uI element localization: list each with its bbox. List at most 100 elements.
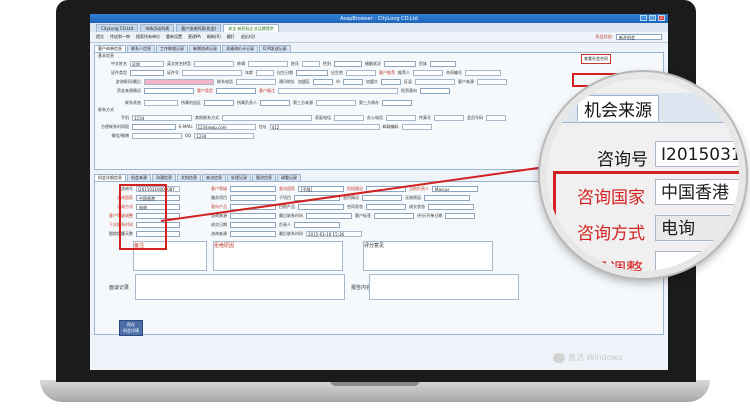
contact-status-input[interactable]	[144, 99, 178, 106]
contract-input[interactable]	[465, 69, 501, 76]
customer-type-select[interactable]	[216, 87, 256, 94]
fourth-select[interactable]	[382, 99, 412, 106]
payment-date-select[interactable]	[230, 230, 276, 237]
birthday-select[interactable]	[296, 69, 328, 76]
office-phone-input[interactable]	[386, 114, 416, 121]
country-select[interactable]	[381, 78, 401, 85]
third-party-label: 第三方来源	[293, 99, 313, 105]
view-contract-button[interactable]: 查看社会合同	[581, 54, 611, 64]
member-input[interactable]	[486, 114, 506, 121]
fax-input[interactable]	[434, 114, 464, 121]
customer-level-select[interactable]	[230, 185, 276, 192]
toolbar-item-transfer[interactable]: 传送到一审	[110, 34, 130, 40]
id-type-select[interactable]	[130, 69, 164, 76]
address-label: 通讯地址	[279, 78, 295, 84]
opp-tab-view[interactable]: 调看记录	[277, 174, 301, 181]
opp-tab-follow[interactable]: 跟进信息	[252, 174, 276, 181]
id-no-input[interactable]	[182, 69, 242, 76]
tab-activity[interactable]: 市场活动列表	[140, 24, 175, 32]
province-select[interactable]	[313, 78, 333, 85]
payment-select[interactable]	[362, 194, 402, 201]
visitor-level-select[interactable]	[230, 212, 276, 219]
zip-input[interactable]	[415, 78, 455, 85]
postal-input[interactable]	[401, 123, 432, 130]
wechat-input[interactable]	[132, 132, 182, 139]
maximize-button[interactable]: □	[649, 15, 656, 21]
latest-contact-select[interactable]	[306, 212, 352, 219]
surname-input[interactable]	[302, 60, 320, 67]
eval-select[interactable]	[445, 212, 476, 219]
toolbar-item-exit[interactable]: 退出(Q)	[241, 34, 255, 40]
intention-select[interactable]: [不限]	[298, 185, 344, 192]
invest-select[interactable]	[420, 87, 450, 94]
subtab-contact[interactable]: 联系人信息	[127, 45, 155, 52]
phone-input[interactable]: 1234	[132, 114, 192, 121]
deal-date-select[interactable]	[230, 221, 276, 228]
email-input[interactable]: 1234@qq.com	[195, 123, 256, 130]
toolbar-item-submit[interactable]: 提交	[96, 34, 104, 40]
current-person-select[interactable]: Marcus	[432, 185, 478, 192]
toolbar-item-refresh[interactable]: 刷新(R)	[207, 34, 221, 40]
tab-inquiry[interactable]: 客户咨询列表(机会)	[176, 24, 222, 32]
opp-tab-visit[interactable]: 来访信息	[202, 174, 226, 181]
origin-reason-select[interactable]	[424, 194, 470, 201]
qq-input[interactable]: 1234	[194, 132, 255, 139]
close-button[interactable]: ×	[658, 15, 665, 21]
save-opportunity-button[interactable]: 保存 机会详情	[119, 320, 143, 336]
eval-label: 评分/开单日期	[417, 212, 443, 218]
referrer-input[interactable]	[413, 69, 443, 76]
tag-select[interactable]	[374, 212, 414, 219]
toolbar-item-reset[interactable]: 重新设置	[166, 34, 182, 40]
report-area[interactable]	[369, 274, 519, 300]
home-phone-input[interactable]	[334, 114, 364, 121]
marital-select[interactable]	[384, 60, 416, 67]
latest-time-input[interactable]: 2015-03-10 15:36	[306, 230, 362, 237]
interview-area[interactable]	[135, 274, 345, 300]
opp-tab-comm[interactable]: 沟通信息	[152, 174, 176, 181]
opp-tab-source[interactable]: 机会来源	[127, 174, 151, 181]
age-input[interactable]	[256, 69, 274, 76]
source-person-select[interactable]	[260, 99, 290, 106]
focus-select[interactable]	[204, 99, 234, 106]
third-party-input[interactable]	[316, 99, 356, 106]
consultant-input[interactable]	[144, 78, 214, 85]
contact-time-select[interactable]	[132, 123, 176, 130]
status-select[interactable]: 新开机会	[616, 34, 662, 40]
case-status-select[interactable]	[366, 203, 406, 210]
consultant-label: 咨询顾问/最后	[115, 78, 141, 84]
subtab-new[interactable]: 新增咨询记录	[189, 45, 221, 52]
other-phone-input[interactable]	[222, 114, 312, 121]
remark-input[interactable]	[278, 87, 398, 94]
summary-area[interactable]: 评分意见	[363, 241, 493, 271]
minimize-button[interactable]: –	[640, 15, 647, 21]
subtab-dm[interactable]: D.M发送记录	[259, 45, 291, 52]
gender-select[interactable]	[334, 60, 362, 67]
opp-tab-process[interactable]: 处理记录	[227, 174, 251, 181]
toolbar-item-change[interactable]: 更改PA	[188, 34, 201, 40]
toolbar-item-search[interactable]: 搜索所有单位	[136, 34, 160, 40]
chinese-name-input[interactable]: 吴超	[130, 60, 164, 67]
company-input[interactable]	[236, 78, 276, 85]
address2-input[interactable]: 412	[269, 123, 380, 130]
title-input[interactable]	[248, 60, 288, 67]
english-name-input[interactable]	[194, 60, 234, 67]
city-select[interactable]	[343, 78, 363, 85]
subtab-customer[interactable]: 客户询单信息	[94, 45, 126, 52]
tab-home[interactable]: CityLong CO.Ltd	[96, 24, 139, 32]
customer-origin-input[interactable]	[477, 78, 507, 85]
hold-person-select[interactable]	[294, 221, 340, 228]
deal-select[interactable]	[428, 203, 474, 210]
current-product-select[interactable]	[298, 203, 344, 210]
opp-tab-docs[interactable]: 文档信息	[177, 174, 201, 181]
subtab-work[interactable]: 工作联络记录	[156, 45, 188, 52]
tab-security[interactable]: 安全-新民私企业品牌提供	[223, 24, 279, 32]
tag-label: 客户标签	[355, 212, 371, 218]
fail-reason-area[interactable]: 拒绝原因	[213, 241, 343, 271]
birthplace-input[interactable]	[346, 69, 376, 76]
nationality-select[interactable]	[430, 60, 456, 67]
subtab-key[interactable]: 关键询价计记录	[222, 45, 258, 52]
service-select[interactable]	[230, 194, 276, 201]
opp-tab-details[interactable]: 机会详细信息	[94, 174, 126, 181]
toolbar-item-print[interactable]: 翻打	[227, 34, 235, 40]
source-select[interactable]	[144, 87, 194, 94]
